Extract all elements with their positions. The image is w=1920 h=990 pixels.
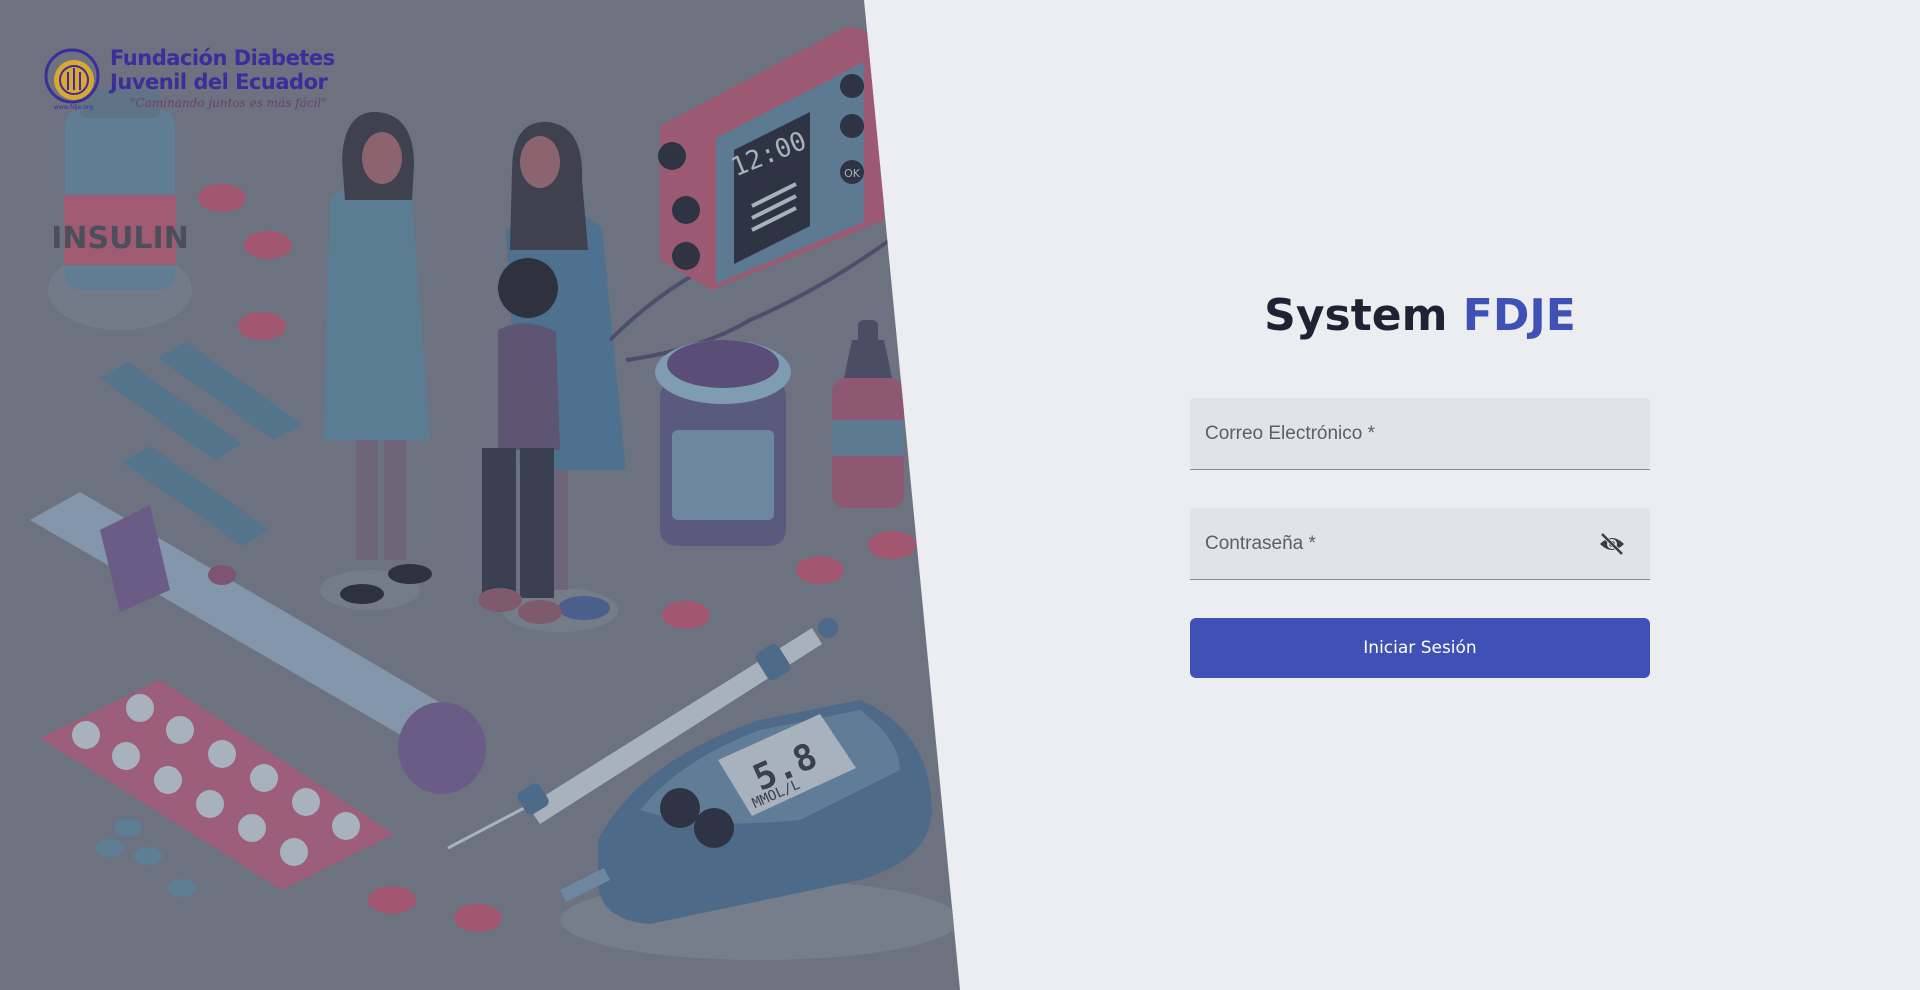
brand-logo: Fundación Diabetes Juvenil del Ecuador "… — [44, 46, 344, 114]
login-button[interactable]: Iniciar Sesión — [1190, 618, 1650, 678]
brand-name-line1: Fundación Diabetes — [110, 46, 335, 70]
password-field-container — [1190, 508, 1650, 580]
page-title: System FDJE — [1190, 280, 1650, 352]
svg-text:OK: OK — [844, 167, 861, 180]
brand-slogan: "Caminando juntos es más fácil" — [130, 96, 327, 110]
password-field[interactable] — [1190, 508, 1650, 579]
email-field-container — [1190, 398, 1650, 470]
login-form: System FDJE Iniciar Sesión — [1190, 280, 1650, 678]
brand-name-line2: Juvenil del Ecuador — [110, 70, 328, 94]
svg-text:INSULIN: INSULIN — [51, 221, 189, 256]
pill-jar-icon — [655, 340, 791, 546]
brand-name: Fundación Diabetes Juvenil del Ecuador — [110, 46, 350, 94]
eye-off-icon[interactable] — [1598, 532, 1626, 556]
brand-emblem-icon — [44, 48, 100, 104]
insulin-vial-icon: INSULIN — [48, 88, 192, 330]
email-field[interactable] — [1190, 398, 1650, 469]
title-accent: FDJE — [1462, 290, 1576, 341]
brand-url: www.fdje.org — [54, 104, 94, 111]
title-plain: System — [1264, 290, 1448, 341]
